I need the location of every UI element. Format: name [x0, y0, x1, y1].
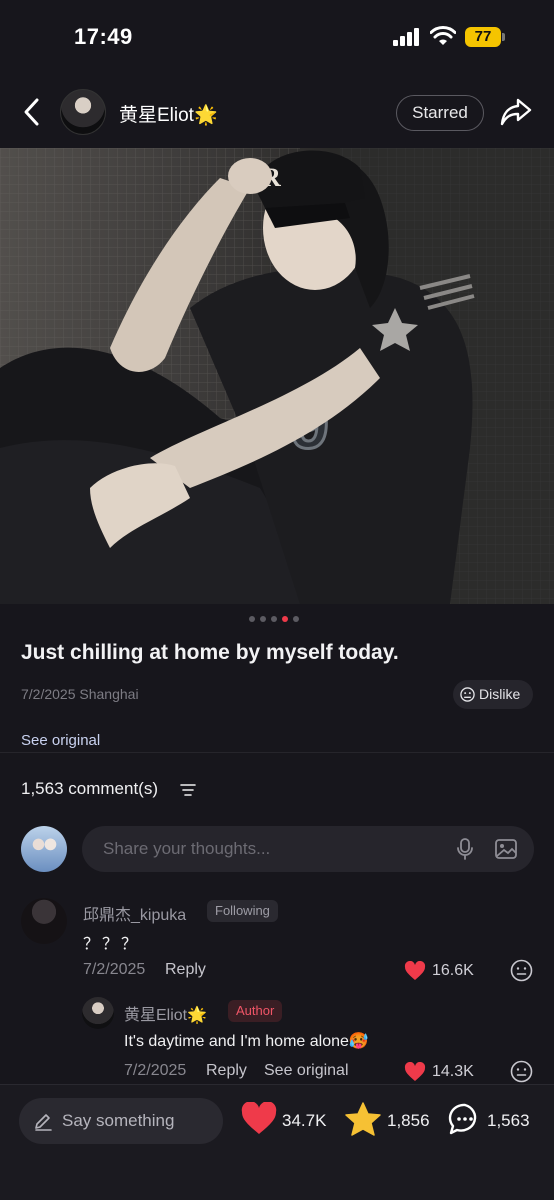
back-icon[interactable] [18, 96, 46, 128]
heart-icon[interactable] [404, 1062, 426, 1082]
carousel-dot [260, 616, 266, 622]
comment-input[interactable]: Share your thoughts... [82, 826, 534, 872]
share-icon[interactable] [500, 97, 532, 127]
battery-level: 77 [465, 27, 501, 47]
following-badge: Following [207, 900, 278, 922]
reply-avatar[interactable] [82, 997, 114, 1029]
see-original-link[interactable]: See original [21, 732, 100, 749]
comment-like-count: 16.6K [432, 962, 474, 979]
reply-like-count: 14.3K [432, 1063, 474, 1080]
heart-icon[interactable] [241, 1102, 277, 1135]
comment-date: 7/2/2025 [83, 961, 146, 978]
sort-icon[interactable] [180, 783, 196, 797]
signal-icon [393, 28, 419, 46]
say-something-input[interactable]: Say something [19, 1098, 223, 1144]
star-icon[interactable] [345, 1102, 381, 1136]
current-user-avatar [21, 826, 67, 872]
bottom-action-bar: Say something 34.7K 1,856 1,563 [0, 1084, 554, 1200]
post-title: Just chilling at home by myself today. [21, 641, 399, 664]
comment-count: 1,563 comment(s) [21, 779, 158, 798]
comment-text: ？？？ [83, 936, 141, 953]
author-name[interactable]: 黄星Eliot🌟 [119, 100, 218, 127]
carousel-dot-active [282, 616, 288, 622]
pen-icon [35, 1114, 52, 1131]
post-star-count: 1,856 [387, 1111, 430, 1130]
emoji-icon[interactable] [510, 1060, 533, 1083]
comment-reply-button[interactable]: Reply [165, 961, 206, 979]
dislike-label: Dislike [479, 686, 521, 702]
commenter-avatar[interactable] [21, 898, 67, 944]
post-comment-count: 1,563 [487, 1111, 530, 1130]
carousel-dot [249, 616, 255, 622]
divider [0, 752, 554, 753]
reply-text: It's daytime and I'm home alone🥵 [124, 1033, 369, 1050]
carousel-dots [249, 616, 305, 624]
author-badge: Author [228, 1000, 283, 1022]
author-avatar[interactable] [60, 89, 106, 135]
reply-see-original-link[interactable]: See original [264, 1062, 349, 1080]
post-header: 黄星Eliot🌟 Starred [0, 80, 554, 144]
carousel-dot [293, 616, 299, 622]
status-time: 17:49 [74, 24, 133, 49]
status-bar: 17:49 77 [0, 0, 554, 76]
comment-input-placeholder: Share your thoughts... [103, 839, 271, 858]
chat-icon[interactable] [448, 1102, 482, 1136]
commenter-name[interactable]: 邱鼎杰_kipuka [83, 901, 186, 925]
mic-icon[interactable] [455, 837, 475, 861]
carousel-dot [271, 616, 277, 622]
dislike-button[interactable]: Dislike [453, 680, 533, 709]
say-something-placeholder: Say something [62, 1111, 175, 1130]
emoji-icon[interactable] [510, 959, 533, 982]
reply-date: 7/2/2025 [124, 1062, 187, 1079]
heart-icon[interactable] [404, 961, 426, 981]
post-photo[interactable]: 9 R [0, 148, 554, 604]
wifi-icon [430, 26, 456, 45]
reply-reply-button[interactable]: Reply [206, 1062, 247, 1080]
reply-author-name[interactable]: 黄星Eliot🌟 [124, 1001, 207, 1025]
battery-icon: 77 [465, 27, 505, 47]
starred-button[interactable]: Starred [396, 95, 484, 131]
post-like-count: 34.7K [282, 1111, 327, 1130]
neutral-face-icon [460, 687, 475, 702]
image-icon[interactable] [494, 838, 518, 860]
post-date-location: 7/2/2025 Shanghai [21, 686, 139, 702]
